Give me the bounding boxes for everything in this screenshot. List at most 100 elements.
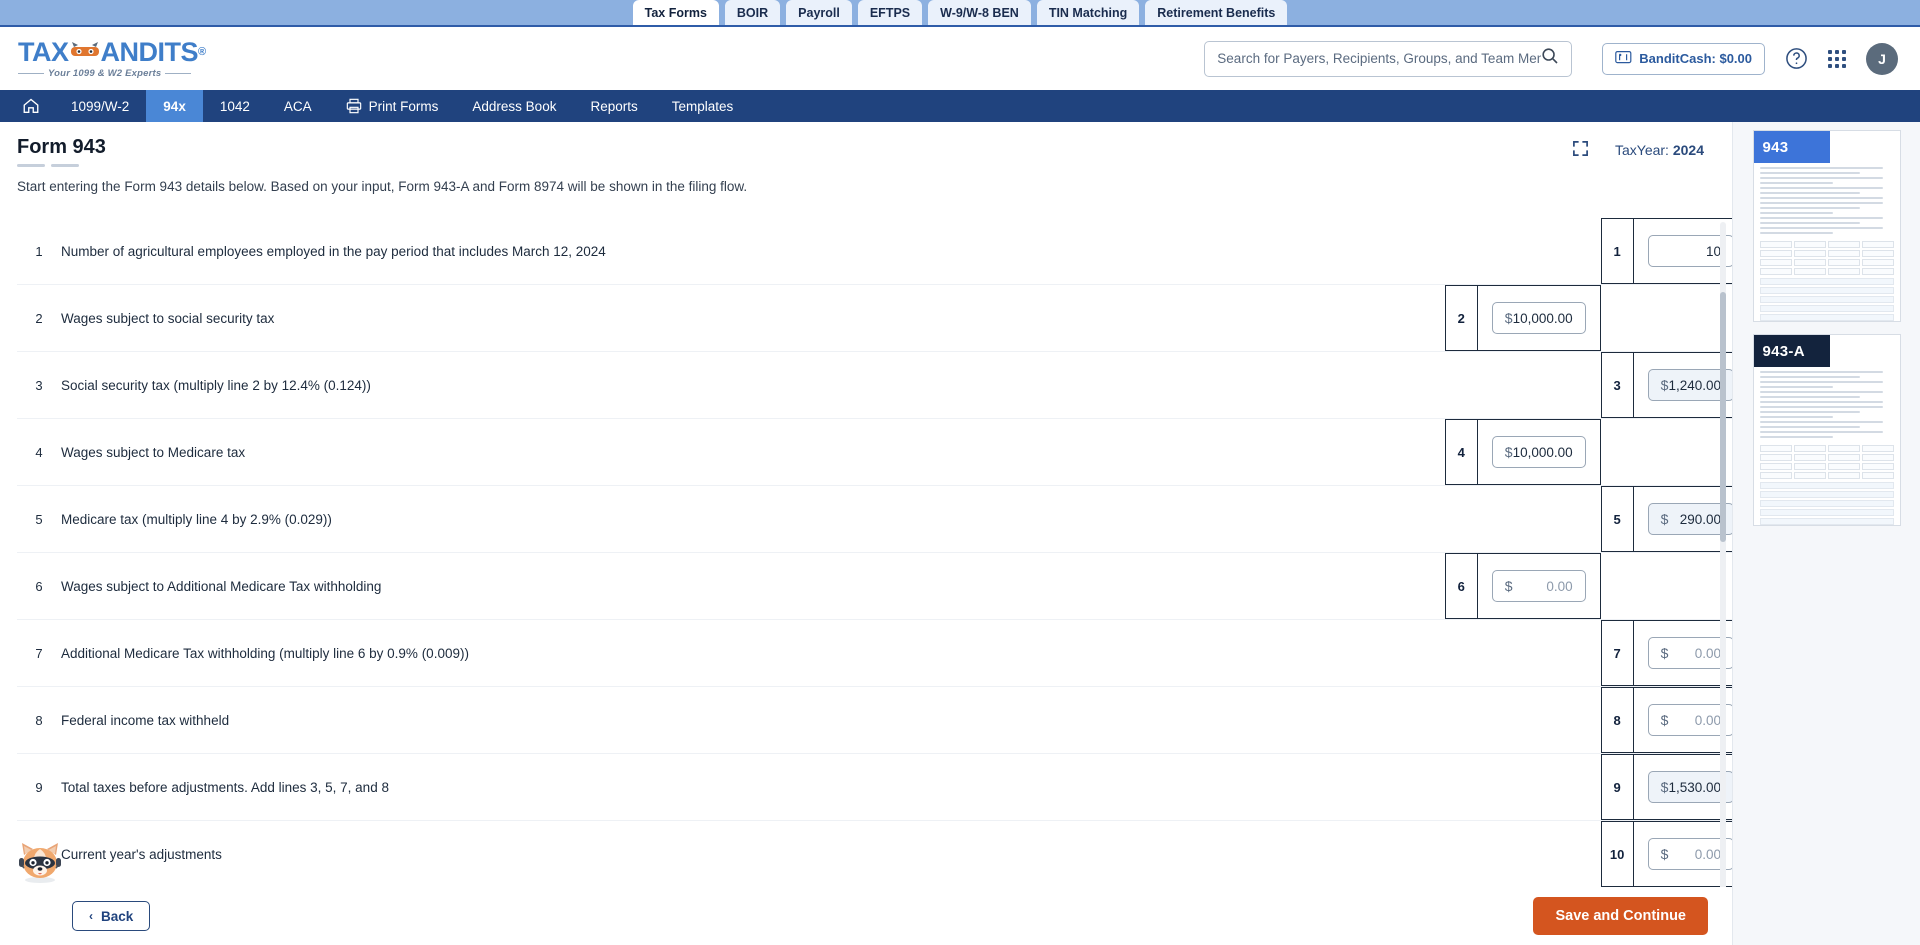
product-tab-boir[interactable]: BOIR	[724, 0, 781, 25]
middle-column-cell	[1445, 821, 1601, 888]
right-column-cell: 7 $0.00	[1600, 620, 1732, 687]
line-4-amount-input[interactable]: $10,000.00	[1491, 436, 1586, 468]
cell-line-number: 2	[1446, 286, 1478, 350]
product-tab-tin-matching[interactable]: TIN Matching	[1036, 0, 1140, 25]
page-subtitle: Start entering the Form 943 details belo…	[17, 179, 748, 194]
expand-arrows-icon[interactable]	[1572, 140, 1589, 160]
right-column-cell: 1 10	[1600, 218, 1732, 285]
nav-item-reports[interactable]: Reports	[573, 90, 654, 122]
row-description: Wages subject to social security tax	[61, 310, 275, 326]
mid-input-cell: 6 $0.00	[1444, 553, 1601, 619]
search-icon[interactable]	[1541, 47, 1559, 70]
mid-input-cell	[1445, 821, 1601, 887]
line-2-value: 10,000.00	[1512, 310, 1573, 326]
middle-column-cell: 6 $0.00	[1444, 553, 1601, 620]
nav-item-templates[interactable]: Templates	[655, 90, 751, 122]
nav-item-print-forms[interactable]: Print Forms	[329, 90, 456, 122]
registered-mark: ®	[198, 45, 206, 58]
row-description: Social security tax (multiply line 2 by …	[61, 377, 371, 393]
dollar-sign-icon: $	[1660, 377, 1669, 393]
dollar-sign-icon: $	[1504, 578, 1513, 594]
save-and-continue-button[interactable]: Save and Continue	[1533, 897, 1708, 935]
cell-line-number: 4	[1446, 420, 1478, 484]
row-description: Total taxes before adjustments. Add line…	[61, 779, 389, 795]
tax-year-label: TaxYear:	[1614, 142, 1669, 158]
nav-item-home[interactable]	[8, 90, 54, 122]
tax-year-value: 2024	[1672, 142, 1704, 158]
chevron-left-icon: ‹	[89, 909, 93, 923]
nav-item-1099-w-2[interactable]: 1099/W-2	[54, 90, 146, 122]
main-navigation: 1099/W-2 94x 1042 ACA Print Forms Address Boo…	[0, 90, 1920, 122]
right-input-cell: 1 10	[1600, 218, 1732, 284]
home-icon	[22, 97, 40, 115]
search-input[interactable]	[1217, 51, 1542, 66]
form-row-line-8: 8 Federal income tax withheld 8 $0.00	[17, 687, 1732, 754]
field-wrapper: $0.00	[1634, 637, 1732, 669]
line-6-value: 0.00	[1546, 578, 1573, 594]
right-input-cell	[1601, 419, 1732, 485]
scrollbar-thumb[interactable]	[1720, 292, 1726, 542]
nav-item-address-book[interactable]: Address Book	[455, 90, 573, 122]
avatar[interactable]: J	[1866, 42, 1898, 75]
nav-item-94x[interactable]: 94x	[146, 90, 203, 122]
thumbnail-label: 943-A	[1753, 335, 1830, 367]
dollar-sign-icon: $	[1660, 712, 1669, 728]
middle-column-cell: 2 $10,000.00	[1444, 285, 1601, 352]
line-2-amount-input[interactable]: $10,000.00	[1491, 302, 1586, 334]
page-body: Form 943 TaxYear: 2024 Start entering th…	[0, 122, 1920, 945]
middle-column-cell	[1445, 754, 1601, 821]
form-thumbnail-943-a[interactable]: 943-A	[1752, 334, 1901, 526]
product-tab-retirement-benefits[interactable]: Retirement Benefits	[1145, 0, 1288, 25]
row-line-number: 5	[35, 511, 43, 527]
cell-line-number: 7	[1602, 621, 1634, 685]
line-10-value: 0.00	[1694, 846, 1721, 862]
product-tab-tax-forms[interactable]: Tax Forms	[632, 0, 719, 25]
brand-tagline: Your 1099 & W2 Experts	[18, 68, 208, 79]
form-row-line-1: 1 Number of agricultural employees employ…	[17, 218, 1732, 285]
middle-column-cell	[1445, 352, 1601, 419]
product-tab-eftps[interactable]: EFTPS	[857, 0, 923, 25]
brand-logo[interactable]: TAX ANDITS ® Your 1099 & W2 Experts	[18, 36, 208, 79]
raccoon-mascot[interactable]	[16, 837, 64, 885]
global-search[interactable]	[1204, 40, 1573, 77]
nav-item-aca[interactable]: ACA	[267, 90, 329, 122]
bandit-cash-button[interactable]: BanditCash: $0.00	[1602, 42, 1765, 75]
row-line-number: 7	[35, 645, 43, 661]
help-circle-icon[interactable]	[1785, 47, 1808, 70]
line-5-value: 290.00	[1679, 511, 1721, 527]
back-button[interactable]: ‹ Back	[72, 901, 151, 931]
cell-line-number: 10	[1602, 822, 1634, 886]
right-column-cell	[1601, 285, 1732, 352]
tax-year-block: TaxYear: 2024	[1572, 140, 1704, 160]
right-input-cell	[1601, 553, 1732, 619]
form-thumbnail-943[interactable]: 943	[1752, 130, 1901, 322]
row-line-number: 2	[35, 310, 43, 326]
row-description: Current year's adjustments	[61, 846, 222, 862]
form-footer: ‹ Back Save and Continue	[0, 887, 1732, 945]
apps-grid-icon[interactable]	[1828, 49, 1846, 68]
form-row-line-5: 5 Medicare tax (multiply line 4 by 2.9% (…	[17, 486, 1732, 553]
row-description: Additional Medicare Tax withholding (mul…	[61, 645, 469, 661]
row-description: Federal income tax withheld	[61, 712, 230, 728]
right-input-cell: 9 $1,530.00	[1600, 754, 1732, 820]
back-button-label: Back	[101, 908, 134, 924]
content-scrollbar[interactable]	[1720, 222, 1726, 895]
mid-input-cell	[1445, 687, 1601, 753]
product-tab-w-9-w-8-ben[interactable]: W-9/W-8 BEN	[928, 0, 1031, 25]
form-row-line-3: 3 Social security tax (multiply line 2 by…	[17, 352, 1732, 419]
dollar-sign-icon: $	[1504, 310, 1513, 326]
product-tab-payroll[interactable]: Payroll	[786, 0, 852, 25]
header-actions: BanditCash: $0.00 J	[1602, 42, 1898, 75]
page-title: Form 943	[17, 136, 106, 158]
nav-item-label: Address Book	[472, 98, 557, 114]
row-description: Number of agricultural employees employe…	[61, 243, 606, 259]
cell-line-number: 6	[1446, 554, 1478, 618]
nav-item-label: ACA	[283, 98, 312, 114]
nav-item-1042[interactable]: 1042	[203, 90, 267, 122]
cell-line-number: 9	[1602, 755, 1634, 819]
brand-name-part2: ANDITS	[100, 36, 199, 67]
line-3-value: 1,240.00	[1668, 377, 1721, 393]
form-row-line-7: 7 Additional Medicare Tax withholding (mu…	[17, 620, 1732, 687]
mid-input-cell: 4 $10,000.00	[1444, 419, 1601, 485]
line-6-amount-input[interactable]: $0.00	[1491, 570, 1586, 602]
